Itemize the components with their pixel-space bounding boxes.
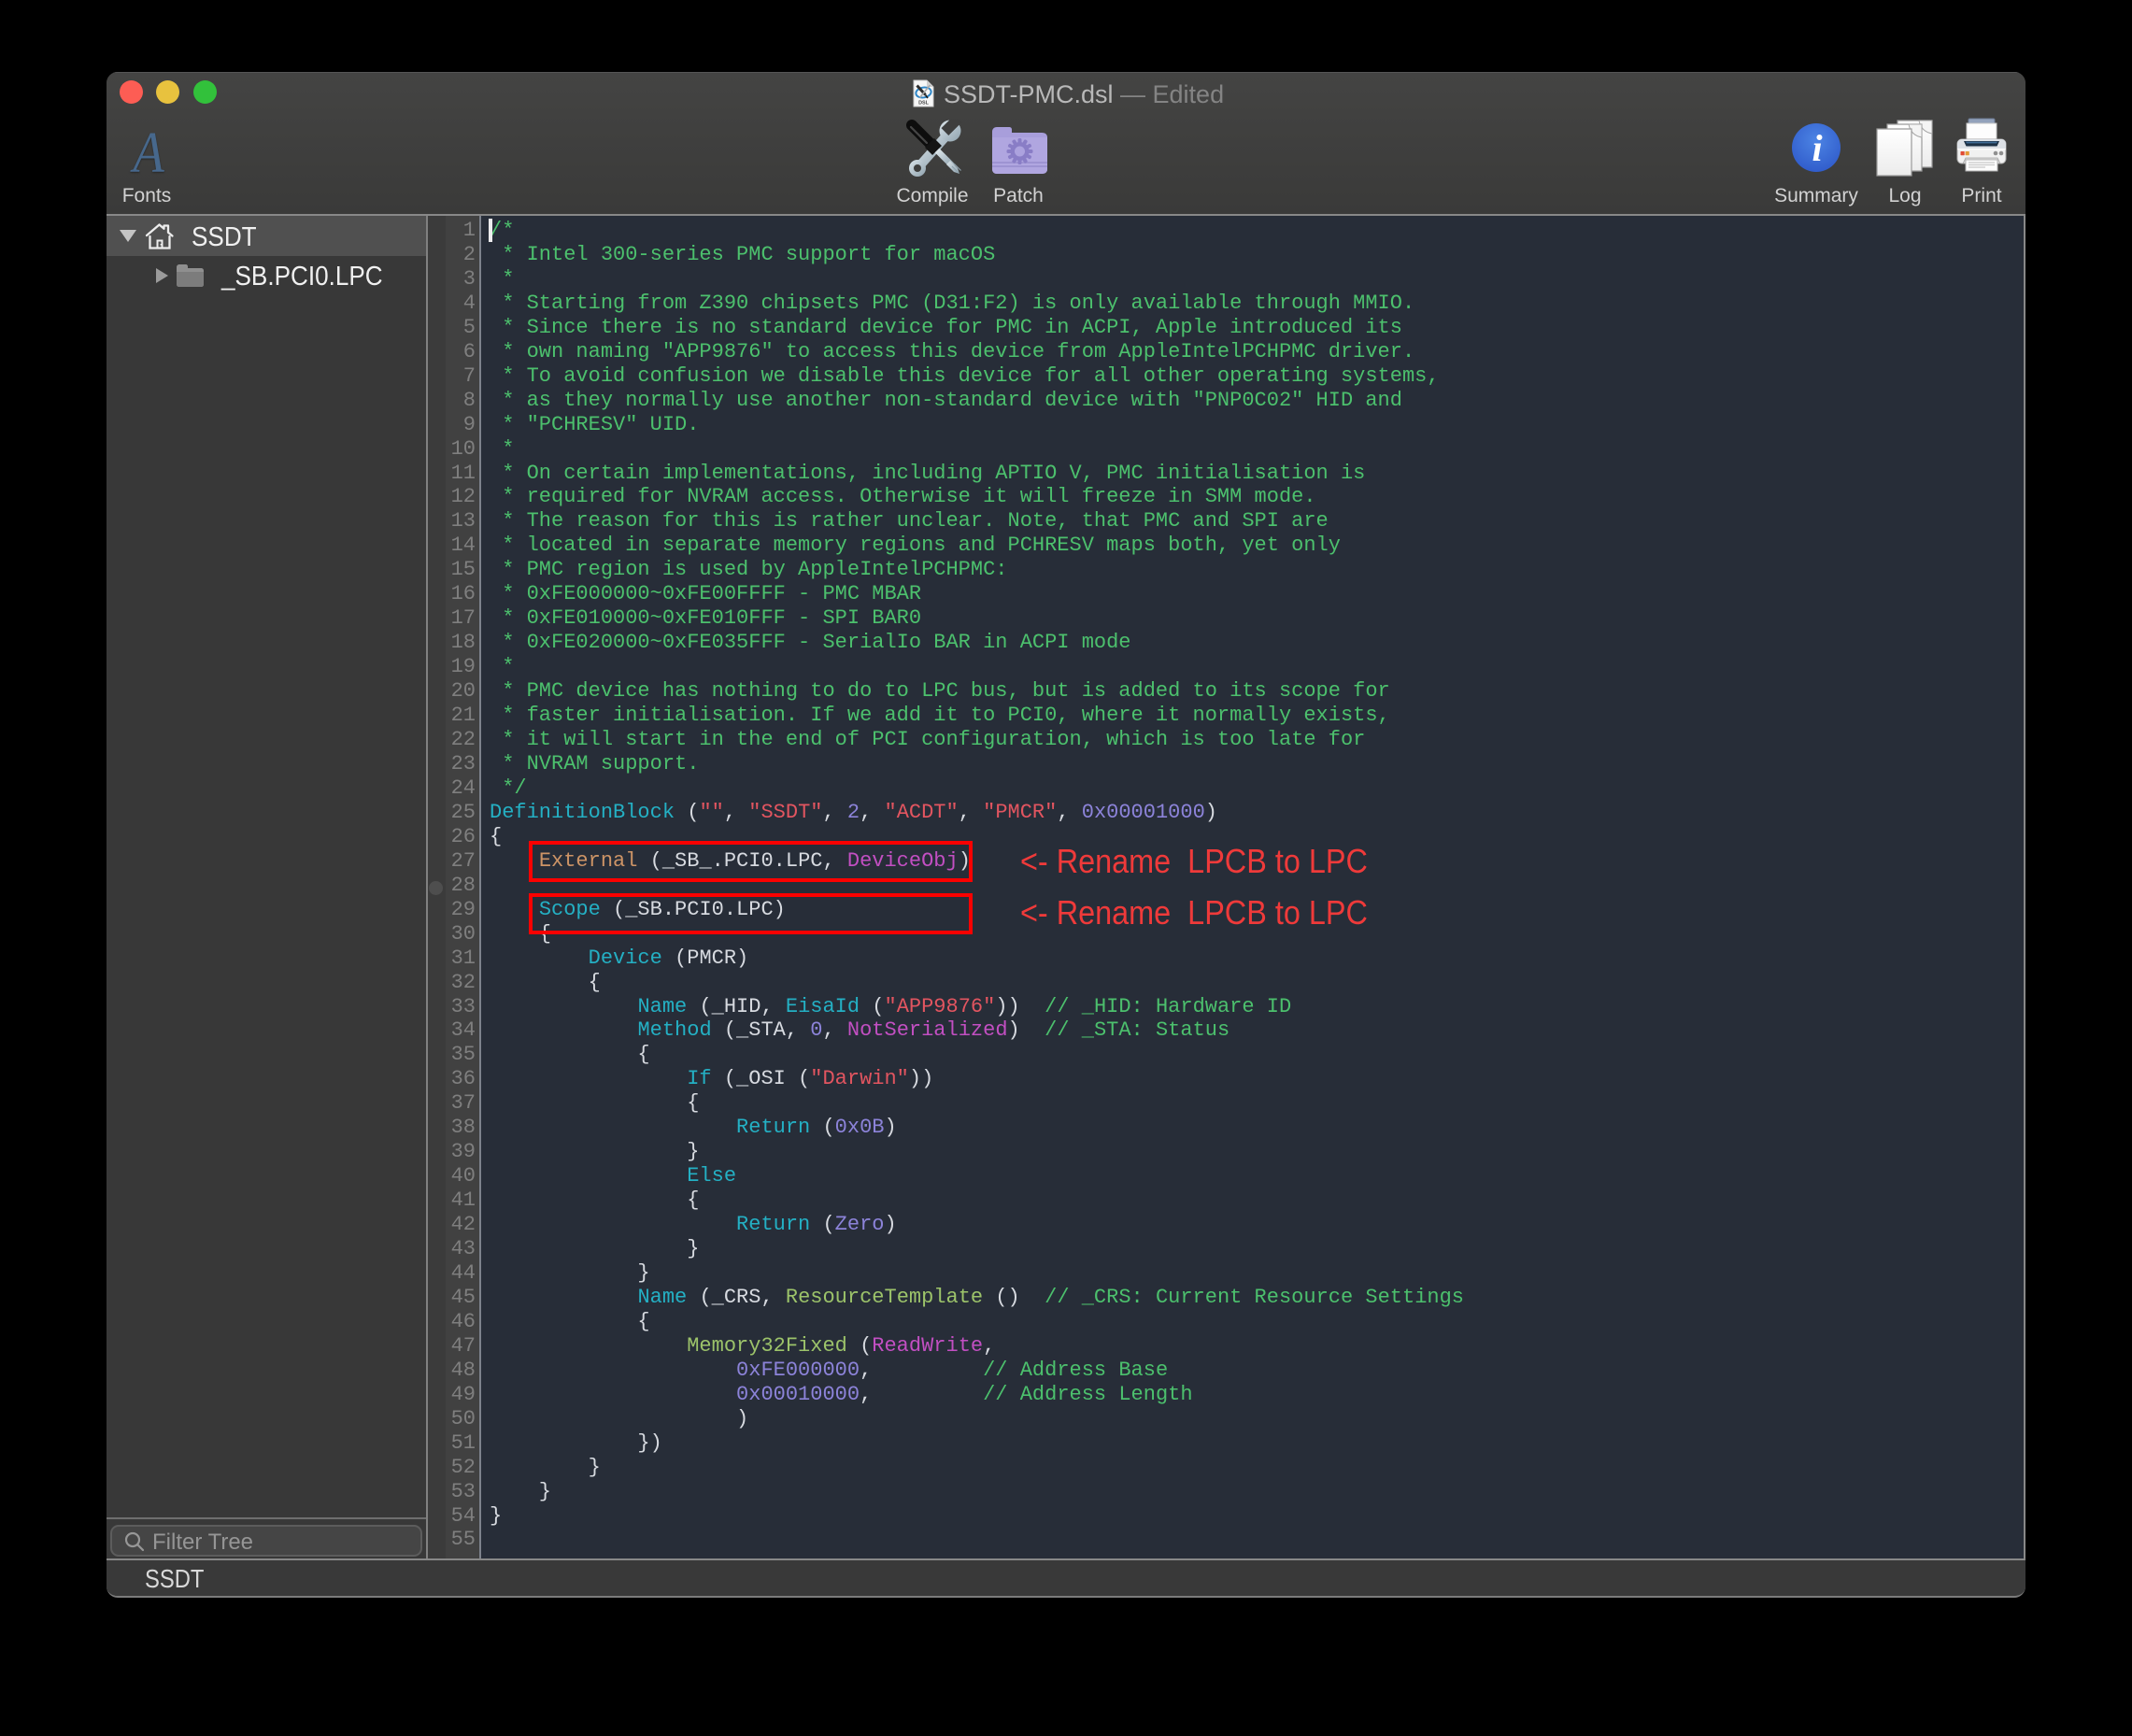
svg-text:DSL: DSL [918,101,929,107]
svg-text:i: i [1812,127,1822,169]
